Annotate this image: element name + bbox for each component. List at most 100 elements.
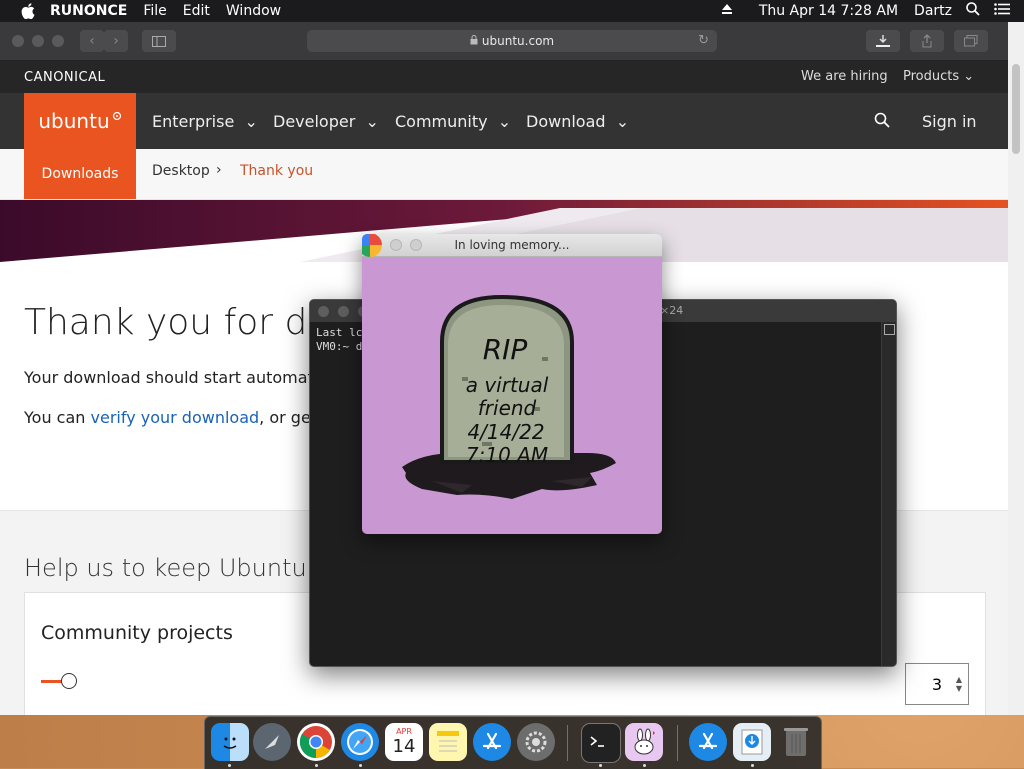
downloads-folder-icon[interactable] <box>733 723 771 761</box>
terminal-app-icon[interactable] <box>581 723 621 763</box>
stepper-value: 3 <box>931 674 943 694</box>
address-bar[interactable]: ubuntu.com ↻ <box>307 30 717 52</box>
running-indicator <box>228 764 231 767</box>
community-projects-title: Community projects <box>41 622 233 644</box>
nav-developer[interactable]: Developer ⌄ <box>273 112 379 131</box>
breadcrumb-thank-you[interactable]: Thank you <box>240 163 313 179</box>
sidebar-toggle-icon[interactable] <box>142 30 176 52</box>
dock-separator <box>677 725 678 761</box>
stone-line-3: friend <box>478 396 537 420</box>
stone-time: 7:10 AM <box>466 443 548 467</box>
memorial-titlebar[interactable]: In loving memory... <box>362 234 662 257</box>
search-icon[interactable] <box>874 112 890 132</box>
running-indicator <box>315 764 318 767</box>
back-button[interactable]: ‹ <box>80 30 104 52</box>
we-are-hiring-link[interactable]: We are hiring <box>801 69 888 84</box>
eject-icon[interactable] <box>721 3 733 19</box>
lock-icon <box>470 34 478 48</box>
donation-slider[interactable] <box>41 673 77 689</box>
verify-download-link[interactable]: verify your download <box>91 408 260 427</box>
chevron-down-icon: ⌄ <box>615 112 630 131</box>
menu-user[interactable]: Dartz <box>914 3 952 19</box>
terminal-scrollbar[interactable] <box>881 322 896 666</box>
nav-enterprise-label: Enterprise <box>152 112 235 131</box>
window-close-button[interactable] <box>12 35 24 47</box>
running-indicator <box>359 764 362 767</box>
forward-button[interactable]: › <box>104 30 128 52</box>
menu-clock[interactable]: Thu Apr 14 7:28 AM <box>759 3 898 19</box>
window-zoom-button[interactable] <box>52 35 64 47</box>
share-icon[interactable] <box>910 30 944 52</box>
app-store-downloads-icon[interactable] <box>689 723 727 761</box>
system-preferences-icon[interactable] <box>517 723 555 761</box>
window-minimize-button[interactable] <box>32 35 44 47</box>
calendar-day: 14 <box>392 736 416 757</box>
breadcrumb-desktop[interactable]: Desktop <box>152 163 210 179</box>
menu-file[interactable]: File <box>143 3 166 19</box>
stone-line-2: a virtual <box>466 373 549 397</box>
trash-icon[interactable] <box>777 723 815 761</box>
running-indicator <box>751 764 754 767</box>
stepper-arrows-icon[interactable]: ▲ ▼ <box>956 675 962 693</box>
chevron-down-icon: ⌄ <box>963 69 975 84</box>
launchpad-icon[interactable] <box>253 723 291 761</box>
tabs-overview-icon[interactable] <box>954 30 988 52</box>
slider-handle[interactable] <box>61 673 77 689</box>
circle-of-friends-icon <box>112 111 121 121</box>
spotlight-search-icon[interactable] <box>966 2 980 20</box>
chevron-down-icon: ⌄ <box>497 112 512 131</box>
terminal-scroll-top-icon[interactable] <box>884 324 895 335</box>
canonical-logo[interactable]: CANONICAL <box>24 70 105 85</box>
apple-menu-icon[interactable] <box>20 3 36 19</box>
app-store-icon[interactable] <box>473 723 511 761</box>
products-menu[interactable]: Products ⌄ <box>903 69 974 84</box>
nav-developer-label: Developer <box>273 112 356 131</box>
dock-separator <box>567 725 568 761</box>
sub-navigation: Downloads Desktop › Thank you <box>0 149 1024 200</box>
nav-download[interactable]: Download ⌄ <box>526 112 629 131</box>
nav-community[interactable]: Community ⌄ <box>395 112 511 131</box>
ubuntu-logo-text: ubuntu <box>38 109 110 133</box>
page-scrollbar[interactable] <box>1008 22 1024 715</box>
menu-edit[interactable]: Edit <box>183 3 210 19</box>
running-indicator <box>643 764 646 767</box>
chevron-down-icon: ⌄ <box>244 112 258 131</box>
ubuntu-navigation: ubuntu Enterprise ⌄ Developer ⌄ Communit… <box>0 93 1024 149</box>
donation-amount-stepper[interactable]: 3 ▲ ▼ <box>905 663 969 705</box>
running-indicator <box>599 764 602 767</box>
notification-center-icon[interactable] <box>994 3 1010 19</box>
memorial-window[interactable]: In loving memory... RIP a virtual friend… <box>362 234 662 534</box>
verify-text: You can verify your download, or get hel <box>24 408 347 427</box>
terminal-close-button[interactable] <box>318 306 329 317</box>
memorial-title: In loving memory... <box>454 238 570 252</box>
download-info-text: Your download should start automatical <box>24 368 342 387</box>
products-label: Products <box>903 69 960 84</box>
nav-community-label: Community <box>395 112 488 131</box>
sign-in-link[interactable]: Sign in <box>922 112 977 131</box>
menu-window[interactable]: Window <box>226 3 281 19</box>
menu-app-name[interactable]: RUNONCE <box>50 3 127 19</box>
terminal-title: ×24 <box>660 304 684 317</box>
stone-rip: RIP <box>483 333 528 366</box>
reload-icon[interactable]: ↻ <box>698 33 709 48</box>
chrome-icon[interactable] <box>297 723 335 761</box>
nav-enterprise[interactable]: Enterprise ⌄ <box>152 112 258 131</box>
chevron-down-icon: ⌄ <box>365 112 379 131</box>
subnav-downloads[interactable]: Downloads <box>24 149 136 199</box>
terminal-minimize-button[interactable] <box>338 306 349 317</box>
finder-icon[interactable] <box>211 723 249 761</box>
ubuntu-logo[interactable]: ubuntu <box>24 93 136 149</box>
scrollbar-thumb[interactable] <box>1012 64 1020 154</box>
calendar-icon[interactable]: APR 14 <box>385 723 423 761</box>
menu-bar: RUNONCE File Edit Window Thu Apr 14 7:28… <box>0 0 1024 22</box>
bunny-app-icon[interactable] <box>625 723 663 761</box>
downloads-icon[interactable] <box>866 30 900 52</box>
browser-toolbar: ‹ › ubuntu.com ↻ + <box>0 22 1024 61</box>
canonical-header: CANONICAL We are hiring Products ⌄ <box>0 61 1024 93</box>
slider-track <box>41 680 63 683</box>
safari-icon[interactable] <box>341 723 379 761</box>
dock: APR 14 <box>204 716 822 769</box>
verify-prefix: You can <box>24 408 91 427</box>
notes-icon[interactable] <box>429 723 467 761</box>
tombstone-icon: RIP a virtual friend 4/14/22 7:10 AM <box>402 294 616 499</box>
